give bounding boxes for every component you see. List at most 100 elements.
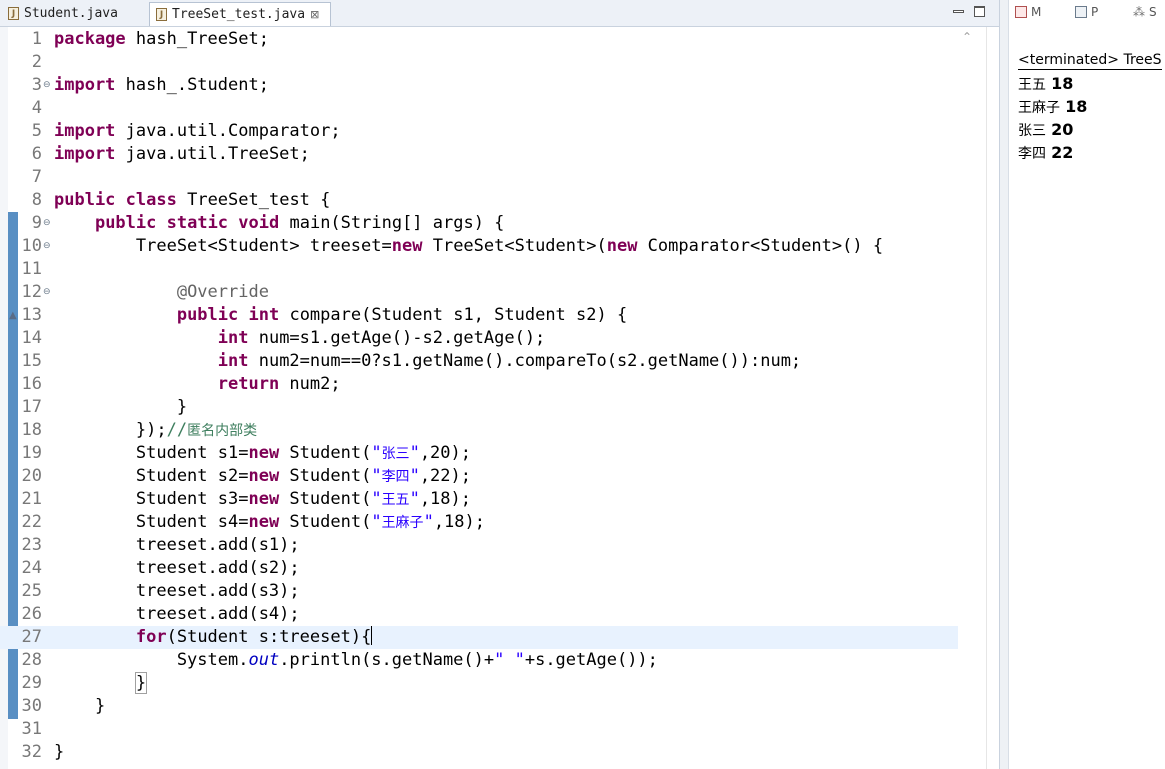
code-line[interactable]: 15 int num2=num==0?s1.getName().compareT… xyxy=(0,350,958,373)
code-text[interactable]: treeset.add(s3); xyxy=(54,580,300,603)
code-text[interactable]: treeset.add(s2); xyxy=(54,557,300,580)
tab-student-java[interactable]: J Student.java xyxy=(2,2,146,25)
code-text[interactable]: Student s1=new Student("张三",20); xyxy=(54,442,471,466)
code-token: }); xyxy=(54,420,167,440)
code-text[interactable]: } xyxy=(54,672,148,695)
line-number: 26 xyxy=(21,604,42,624)
line-number: 14 xyxy=(21,328,42,348)
code-line[interactable]: 21 Student s3=new Student("王五",18); xyxy=(0,488,958,511)
maximize-icon[interactable] xyxy=(974,6,985,17)
code-text[interactable]: Student s3=new Student("王五",18); xyxy=(54,488,471,512)
code-text[interactable]: });//匿名内部类 xyxy=(54,419,257,443)
code-text[interactable]: int num=s1.getAge()-s2.getAge(); xyxy=(54,327,546,350)
code-text[interactable]: Student s2=new Student("李四",22); xyxy=(54,465,471,489)
code-text[interactable]: public static void main(String[] args) { xyxy=(54,212,504,235)
code-token: Comparator<Student>() { xyxy=(637,236,884,256)
code-token: int xyxy=(217,328,249,348)
code-line[interactable]: 11 xyxy=(0,258,958,281)
code-line[interactable]: 17 } xyxy=(0,396,958,419)
code-token: void xyxy=(238,213,280,233)
code-line[interactable]: 18 });//匿名内部类 xyxy=(0,419,958,442)
tab-markers[interactable]: M xyxy=(1015,5,1041,19)
code-line[interactable]: 30 } xyxy=(0,695,958,718)
overview-ruler-right[interactable] xyxy=(986,27,1000,769)
fold-toggle-icon[interactable]: ⊖ xyxy=(43,241,51,251)
code-text[interactable]: import hash_.Student; xyxy=(54,74,269,97)
code-token: 匿名内部类 xyxy=(187,423,258,439)
code-line[interactable]: 7 xyxy=(0,166,958,189)
code-line[interactable]: 31 xyxy=(0,718,958,741)
fold-toggle-icon[interactable]: ⊖ xyxy=(43,218,51,228)
code-token: .println(s.getName()+ xyxy=(279,650,495,670)
code-token: Student s2= xyxy=(54,466,249,486)
code-text[interactable]: public int compare(Student s1, Student s… xyxy=(54,304,627,327)
code-editor[interactable]: J Student.java J TreeSet_test.java ⊠ 1 pa… xyxy=(0,0,1000,769)
code-line[interactable]: 5 import java.util.Comparator; xyxy=(0,120,958,143)
fold-toggle-icon[interactable]: ⊖ xyxy=(43,287,51,297)
code-token: TreeSet<Student> treeset= xyxy=(54,236,392,256)
code-text[interactable]: package hash_TreeSet; xyxy=(54,28,269,51)
code-line[interactable]: 14 int num=s1.getAge()-s2.getAge(); xyxy=(0,327,958,350)
code-line[interactable]: 12 ⊖ @Override xyxy=(0,281,958,304)
code-text[interactable]: System.out.println(s.getName()+" "+s.get… xyxy=(54,649,658,672)
code-line[interactable]: 2 xyxy=(0,51,958,74)
close-tab-icon[interactable]: ⊠ xyxy=(310,8,319,21)
code-text[interactable]: for(Student s:treeset){ xyxy=(54,626,373,649)
code-text[interactable]: treeset.add(s1); xyxy=(54,534,300,557)
code-line[interactable]: 25 treeset.add(s3); xyxy=(0,580,958,603)
fold-toggle-icon[interactable]: ⊖ xyxy=(43,80,51,90)
code-line[interactable]: 3 ⊖ import hash_.Student; xyxy=(0,74,958,97)
vertical-scrollbar[interactable] xyxy=(958,27,977,769)
code-line[interactable]: 23 treeset.add(s1); xyxy=(0,534,958,557)
code-token: import xyxy=(54,121,116,141)
code-line[interactable]: 9 ⊖ public static void main(String[] args… xyxy=(0,212,958,235)
code-line[interactable]: 13 ▲ public int compare(Student s1, Stude… xyxy=(0,304,958,327)
code-token: System. xyxy=(54,650,249,670)
code-text[interactable]: import java.util.Comparator; xyxy=(54,120,341,143)
code-line[interactable]: 26 treeset.add(s4); xyxy=(0,603,958,626)
code-token: ,20); xyxy=(419,443,471,463)
code-line[interactable]: 6 import java.util.TreeSet; xyxy=(0,143,958,166)
tab-servers[interactable]: ⁂ S xyxy=(1133,5,1157,19)
code-text[interactable]: return num2; xyxy=(54,373,341,396)
code-token: num=s1.getAge()-s2.getAge(); xyxy=(248,328,546,348)
code-text[interactable]: int num2=num==0?s1.getName().compareTo(s… xyxy=(54,350,801,373)
code-line[interactable]: 29 } xyxy=(0,672,958,695)
code-text[interactable]: TreeSet<Student> treeset=new TreeSet<Stu… xyxy=(54,235,883,258)
code-text[interactable]: } xyxy=(54,741,64,764)
minimize-icon[interactable] xyxy=(953,10,964,13)
code-text[interactable]: } xyxy=(54,396,187,419)
code-line[interactable]: 4 xyxy=(0,97,958,120)
line-number: 15 xyxy=(21,351,42,371)
tab-label: P xyxy=(1091,5,1099,19)
code-text[interactable]: import java.util.TreeSet; xyxy=(54,143,310,166)
code-token: new xyxy=(248,512,280,532)
code-text[interactable]: } xyxy=(54,695,105,718)
properties-icon xyxy=(1075,6,1087,18)
code-line[interactable]: 22 Student s4=new Student("王麻子",18); xyxy=(0,511,958,534)
code-line[interactable]: 20 Student s2=new Student("李四",22); xyxy=(0,465,958,488)
code-line[interactable]: 10 ⊖ TreeSet<Student> treeset=new TreeSet… xyxy=(0,235,958,258)
code-line[interactable]: 24 treeset.add(s2); xyxy=(0,557,958,580)
code-token: main(String[] args) { xyxy=(279,213,505,233)
code-line[interactable]: 16 return num2; xyxy=(0,373,958,396)
tab-treeset-test-java[interactable]: J TreeSet_test.java ⊠ xyxy=(149,2,331,26)
code-text[interactable]: public class TreeSet_test { xyxy=(54,189,330,212)
code-line[interactable]: 8 public class TreeSet_test { xyxy=(0,189,958,212)
pane-splitter[interactable] xyxy=(999,0,1009,769)
code-line[interactable]: 28 System.out.println(s.getName()+" "+s.… xyxy=(0,649,958,672)
code-token: TreeSet<Student>( xyxy=(422,236,607,256)
code-text[interactable]: Student s4=new Student("王麻子",18); xyxy=(54,511,485,535)
code-text[interactable]: @Override xyxy=(54,281,269,304)
code-line[interactable]: 1 package hash_TreeSet; xyxy=(0,28,958,51)
code-line[interactable]: 27 for(Student s:treeset){ xyxy=(0,626,958,649)
tab-properties[interactable]: P xyxy=(1075,5,1098,19)
console-line: 王麻子 18 xyxy=(1018,95,1087,120)
code-text[interactable]: treeset.add(s4); xyxy=(54,603,300,626)
scroll-up-icon[interactable]: ⌃ xyxy=(962,30,972,44)
student-name: 王五 xyxy=(1018,77,1046,93)
code-line[interactable]: 32} xyxy=(0,741,958,764)
code-line[interactable]: 19 Student s1=new Student("张三",20); xyxy=(0,442,958,465)
